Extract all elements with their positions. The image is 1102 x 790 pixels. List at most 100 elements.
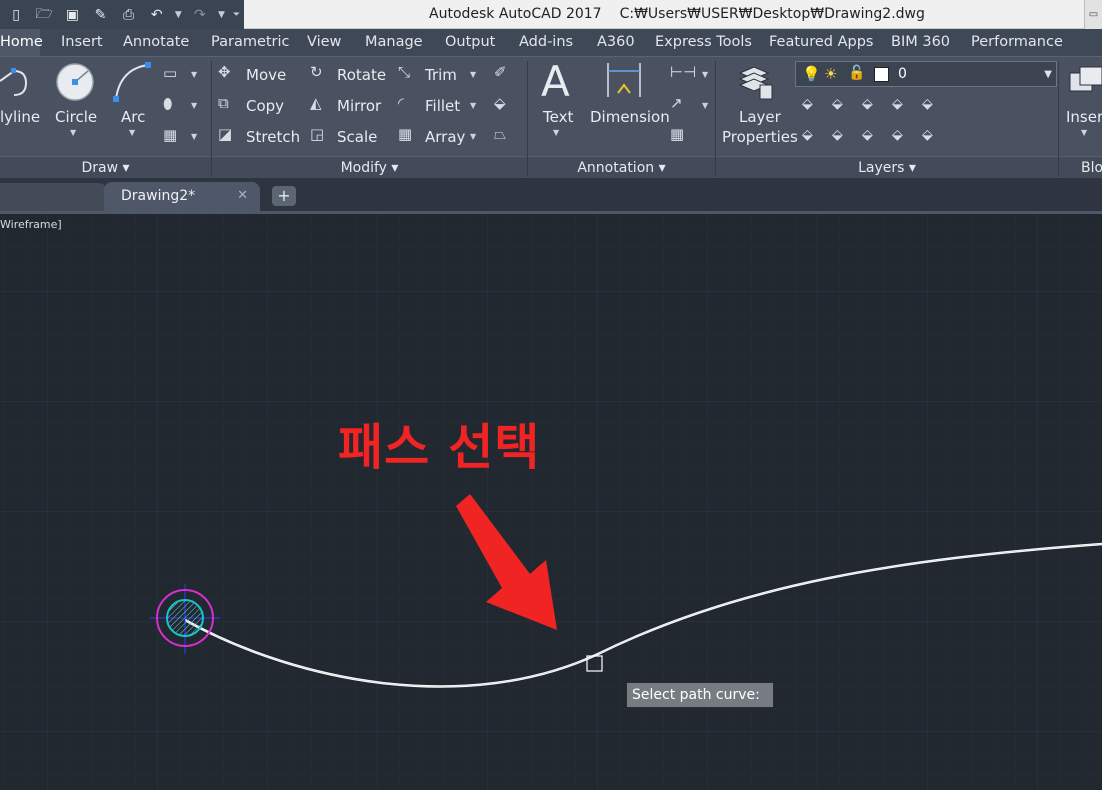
new-tab-button[interactable]: + xyxy=(272,186,296,206)
modify-panel-footer[interactable]: Modify ▾ xyxy=(212,156,527,178)
layer-unisolate-icon[interactable]: ⬙ xyxy=(892,97,903,111)
fillet-button[interactable]: Fillet xyxy=(425,97,460,115)
stretch-icon: ◪ xyxy=(218,125,233,143)
tab-featured-apps[interactable]: Featured Apps xyxy=(769,29,874,56)
annotation-panel-footer[interactable]: Annotation ▾ xyxy=(528,156,715,178)
layer-freeze-icon[interactable]: ⬙ xyxy=(922,97,933,111)
text-icon[interactable]: A xyxy=(541,57,570,106)
polyline-button[interactable]: lyline xyxy=(0,108,40,126)
array-dropdown-icon[interactable]: ▼ xyxy=(470,132,476,141)
hatch-dropdown-icon[interactable]: ▼ xyxy=(191,101,197,110)
draw-panel-footer[interactable]: Draw ▾ xyxy=(0,156,211,178)
arc-button[interactable]: Arc xyxy=(121,108,145,126)
start-tab[interactable] xyxy=(0,183,108,211)
insert-block-icon[interactable] xyxy=(1066,63,1102,99)
layer-isolate-icon[interactable]: ⬙ xyxy=(862,97,873,111)
layer-properties-label-2[interactable]: Properties xyxy=(722,128,798,146)
layers-panel-footer[interactable]: Layers ▾ xyxy=(716,156,1058,178)
table-icon[interactable]: ▦ xyxy=(670,127,684,142)
command-prompt-tooltip: Select path curve: xyxy=(626,682,774,708)
layer-lock-icon[interactable]: ⬙ xyxy=(892,128,903,142)
rotate-icon: ↻ xyxy=(310,63,323,81)
layer-thaw-all-icon[interactable]: ⬙ xyxy=(862,128,873,142)
plot-icon[interactable]: ⎙ xyxy=(115,4,143,26)
tab-add-ins[interactable]: Add-ins xyxy=(519,29,573,56)
leader-icon[interactable]: ↗ xyxy=(670,96,683,111)
layer-previous-icon[interactable]: ⬙ xyxy=(832,97,843,111)
fillet-icon: ◜ xyxy=(398,94,404,112)
move-icon: ✥ xyxy=(218,63,231,81)
tab-performance[interactable]: Performance xyxy=(971,29,1063,56)
polyline-icon[interactable] xyxy=(0,63,36,107)
tab-view[interactable]: View xyxy=(307,29,341,56)
viewport-controls[interactable]: Wireframe] xyxy=(0,218,62,231)
copy-button[interactable]: Copy xyxy=(246,97,284,115)
fillet-dropdown-icon[interactable]: ▼ xyxy=(470,101,476,110)
erase-icon[interactable]: ✐ xyxy=(494,65,507,80)
layer-properties-icon[interactable] xyxy=(736,63,776,103)
explode-icon[interactable]: ⬙ xyxy=(494,96,506,111)
tab-annotate[interactable]: Annotate xyxy=(123,29,189,56)
customize-qat-icon[interactable]: ⏷ xyxy=(229,4,244,26)
layer-unlock-icon: 🔓 xyxy=(848,65,866,81)
layer-color-swatch xyxy=(874,67,889,82)
arc-icon[interactable] xyxy=(112,61,154,103)
rectangle-dropdown-icon[interactable]: ▼ xyxy=(191,70,197,79)
rectangle-icon[interactable]: ▭ xyxy=(163,66,177,81)
stretch-button[interactable]: Stretch xyxy=(246,128,300,146)
layer-make-current-icon[interactable]: ⬙ xyxy=(832,128,843,142)
undo-dropdown-icon[interactable]: ▼ xyxy=(171,4,186,26)
mirror-button[interactable]: Mirror xyxy=(337,97,381,115)
array-button[interactable]: Array xyxy=(425,128,465,146)
offset-icon[interactable]: ⏢ xyxy=(494,127,506,142)
tab-insert[interactable]: Insert xyxy=(61,29,103,56)
layer-walk-icon[interactable]: ⬙ xyxy=(922,128,933,142)
undo-icon[interactable]: ↶ xyxy=(143,4,171,26)
leader-dropdown-icon[interactable]: ▼ xyxy=(702,101,708,110)
text-button[interactable]: Text xyxy=(543,108,573,126)
boundary-dropdown-icon[interactable]: ▼ xyxy=(191,132,197,141)
tab-bim-360[interactable]: BIM 360 xyxy=(891,29,950,56)
tab-manage[interactable]: Manage xyxy=(365,29,423,56)
linear-dimension-icon[interactable]: ⊢⊣ xyxy=(670,65,696,80)
dimension-icon[interactable] xyxy=(606,63,644,99)
chevron-down-icon: ▼ xyxy=(1044,69,1052,80)
layer-properties-label-1[interactable]: Layer xyxy=(739,108,781,126)
window-control-button[interactable]: ▭ xyxy=(1084,0,1102,29)
circle-button[interactable]: Circle xyxy=(55,108,97,126)
tab-output[interactable]: Output xyxy=(445,29,495,56)
move-button[interactable]: Move xyxy=(246,66,286,84)
save-as-icon[interactable]: ✎ xyxy=(86,4,114,26)
save-icon[interactable]: ▣ xyxy=(58,4,86,26)
rotate-button[interactable]: Rotate xyxy=(337,66,386,84)
redo-icon[interactable]: ↷ xyxy=(186,4,214,26)
arc-dropdown-icon[interactable]: ▼ xyxy=(129,128,135,137)
tab-parametric[interactable]: Parametric xyxy=(211,29,290,56)
redo-dropdown-icon[interactable]: ▼ xyxy=(214,4,229,26)
open-icon[interactable]: 🗁 xyxy=(30,4,58,26)
layer-off-icon[interactable]: ⬙ xyxy=(802,128,813,142)
new-icon[interactable]: ▯ xyxy=(2,4,30,26)
close-icon[interactable]: ✕ xyxy=(237,188,248,203)
circle-icon[interactable] xyxy=(54,61,96,103)
hatch-icon[interactable]: ⬮ xyxy=(163,97,172,112)
insert-button[interactable]: Insert xyxy=(1066,108,1102,126)
tab-drawing2[interactable]: Drawing2* ✕ xyxy=(104,182,260,211)
layer-match-icon[interactable]: ⬙ xyxy=(802,97,813,111)
text-dropdown-icon[interactable]: ▼ xyxy=(553,128,559,137)
block-panel-footer[interactable]: Blo xyxy=(1059,156,1102,178)
tab-a360[interactable]: A360 xyxy=(597,29,635,56)
circle-dropdown-icon[interactable]: ▼ xyxy=(70,128,76,137)
drawing-area[interactable]: Wireframe] 패스 선택 Select path curve: xyxy=(0,214,1102,790)
tab-express-tools[interactable]: Express Tools xyxy=(655,29,752,56)
trim-dropdown-icon[interactable]: ▼ xyxy=(470,70,476,79)
tab-home[interactable]: Home xyxy=(0,29,43,56)
trim-button[interactable]: Trim xyxy=(425,66,457,84)
dimension-button[interactable]: Dimension xyxy=(590,108,670,126)
insert-dropdown-icon[interactable]: ▼ xyxy=(1081,128,1087,137)
linear-dimension-dropdown-icon[interactable]: ▼ xyxy=(702,70,708,79)
layer-dropdown[interactable]: 💡 ☀ 🔓 0 ▼ xyxy=(795,61,1057,87)
trim-icon: ⤡ xyxy=(398,63,411,81)
boundary-icon[interactable]: ▦ xyxy=(163,128,177,143)
scale-button[interactable]: Scale xyxy=(337,128,377,146)
